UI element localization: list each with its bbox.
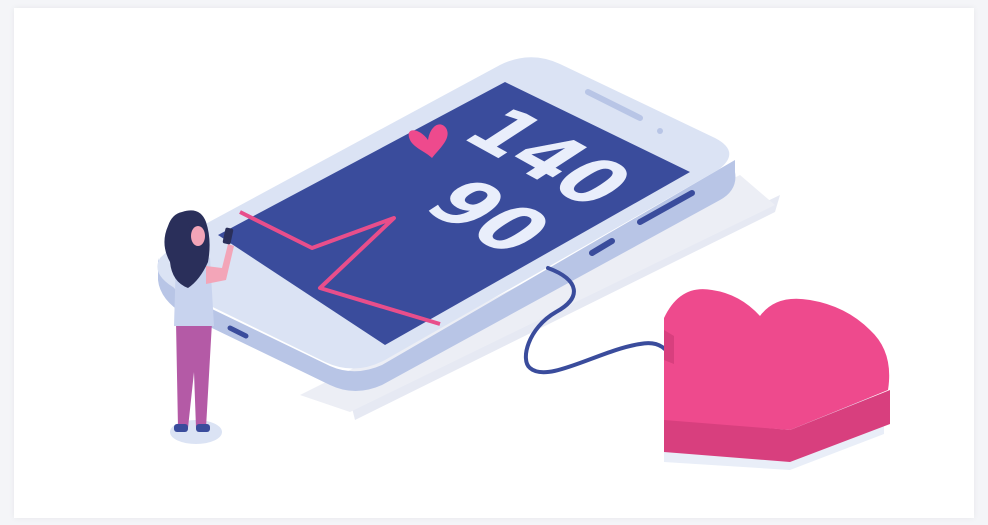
woman-face: [191, 226, 205, 246]
illustration-frame: 140 90: [0, 0, 988, 525]
phone-camera: [657, 128, 663, 134]
woman-shoe-right: [196, 424, 210, 432]
woman-shoe-left: [174, 424, 188, 432]
woman-legs: [176, 322, 212, 428]
health-monitor-illustration: 140 90: [157, 57, 890, 470]
heart-cable-port: [664, 330, 674, 364]
heart-3d: [664, 289, 890, 470]
